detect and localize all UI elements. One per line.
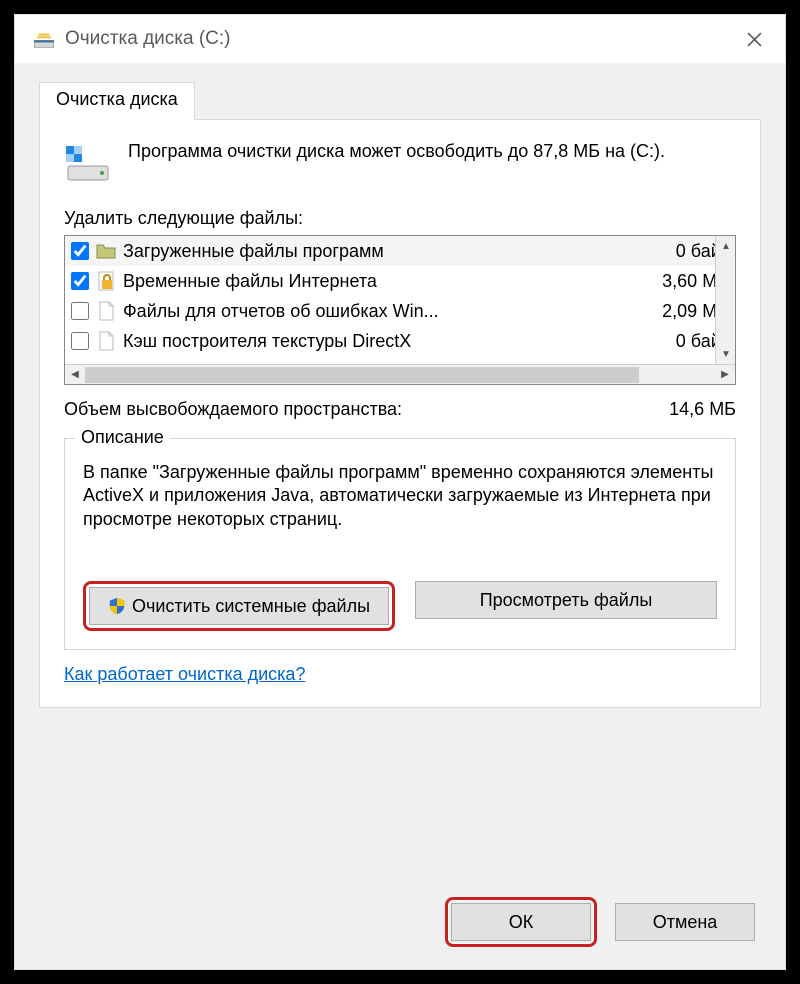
list-item-name: Файлы для отчетов об ошибках Win... [123, 301, 623, 322]
intro-text: Программа очистки диска может освободить… [128, 140, 665, 188]
close-icon [747, 32, 762, 47]
scroll-right-icon[interactable]: ▶ [715, 369, 735, 380]
list-item-checkbox[interactable] [71, 332, 89, 350]
file-list-container: Загруженные файлы программ 0 байт Временны… [64, 235, 736, 385]
list-item-size: 3,60 МБ [629, 271, 729, 292]
list-item[interactable]: Кэш построителя текстуры DirectX 0 байт [65, 326, 735, 356]
drive-icon [64, 140, 112, 188]
description-legend: Описание [75, 427, 170, 448]
description-group: Описание В папке "Загруженные файлы прог… [64, 438, 736, 650]
list-item-size: 0 байт [629, 241, 729, 262]
view-files-button[interactable]: Просмотреть файлы [415, 581, 717, 619]
cancel-label: Отмена [653, 912, 718, 933]
titlebar: Очистка диска (C:) [15, 15, 785, 63]
tab-cleanup[interactable]: Очистка диска [39, 82, 195, 120]
list-heading: Удалить следующие файлы: [64, 208, 736, 229]
list-item-checkbox[interactable] [71, 242, 89, 260]
lock-icon [95, 270, 117, 292]
clean-system-files-button[interactable]: Очистить системные файлы [89, 587, 389, 625]
list-item[interactable]: Загруженные файлы программ 0 байт [65, 236, 735, 266]
view-files-label: Просмотреть файлы [480, 590, 653, 611]
file-icon [95, 300, 117, 322]
file-icon [95, 330, 117, 352]
tabset: Очистка диска Прогр [39, 81, 761, 708]
vertical-scrollbar[interactable]: ▲ ▼ [715, 236, 735, 364]
file-list[interactable]: Загруженные файлы программ 0 байт Временны… [65, 236, 735, 364]
ok-label: ОК [509, 912, 534, 933]
list-item-name: Кэш построителя текстуры DirectX [123, 331, 623, 352]
clean-system-files-label: Очистить системные файлы [132, 596, 370, 617]
total-label: Объем высвобождаемого пространства: [64, 399, 402, 420]
dialog-body: Очистка диска Прогр [15, 63, 785, 969]
close-button[interactable] [731, 16, 777, 62]
scroll-left-icon[interactable]: ◀ [65, 369, 85, 380]
help-link[interactable]: Как работает очистка диска? [64, 664, 305, 685]
dialog-window: Очистка диска (C:) Очистка диска [14, 14, 786, 970]
horizontal-scrollbar[interactable]: ◀ ▶ [65, 364, 735, 384]
cancel-button[interactable]: Отмена [615, 903, 755, 941]
shield-icon [108, 597, 126, 615]
description-buttons: Очистить системные файлы Просмотреть фай… [83, 581, 717, 631]
window-title: Очистка диска (C:) [65, 28, 731, 50]
list-item-checkbox[interactable] [71, 272, 89, 290]
list-item-name: Временные файлы Интернета [123, 271, 623, 292]
scroll-thumb[interactable] [85, 367, 639, 383]
intro-row: Программа очистки диска может освободить… [64, 140, 736, 188]
list-item-size: 2,09 МБ [629, 301, 729, 322]
list-item[interactable]: Файлы для отчетов об ошибках Win... 2,09 … [65, 296, 735, 326]
description-text: В папке "Загруженные файлы программ" вре… [83, 461, 717, 531]
list-item-name: Загруженные файлы программ [123, 241, 623, 262]
folder-icon [95, 240, 117, 262]
list-item-checkbox[interactable] [71, 302, 89, 320]
total-row: Объем высвобождаемого пространства: 14,6… [64, 399, 736, 420]
disk-cleanup-icon [33, 28, 55, 50]
scroll-down-icon[interactable]: ▼ [716, 344, 736, 364]
total-value: 14,6 МБ [669, 399, 736, 420]
dialog-footer: ОК Отмена [445, 897, 755, 947]
list-item-size: 0 байт [629, 331, 729, 352]
ok-button[interactable]: ОК [451, 903, 591, 941]
scroll-up-icon[interactable]: ▲ [716, 236, 736, 256]
tab-page: Программа очистки диска может освободить… [39, 119, 761, 708]
list-item[interactable]: Временные файлы Интернета 3,60 МБ [65, 266, 735, 296]
